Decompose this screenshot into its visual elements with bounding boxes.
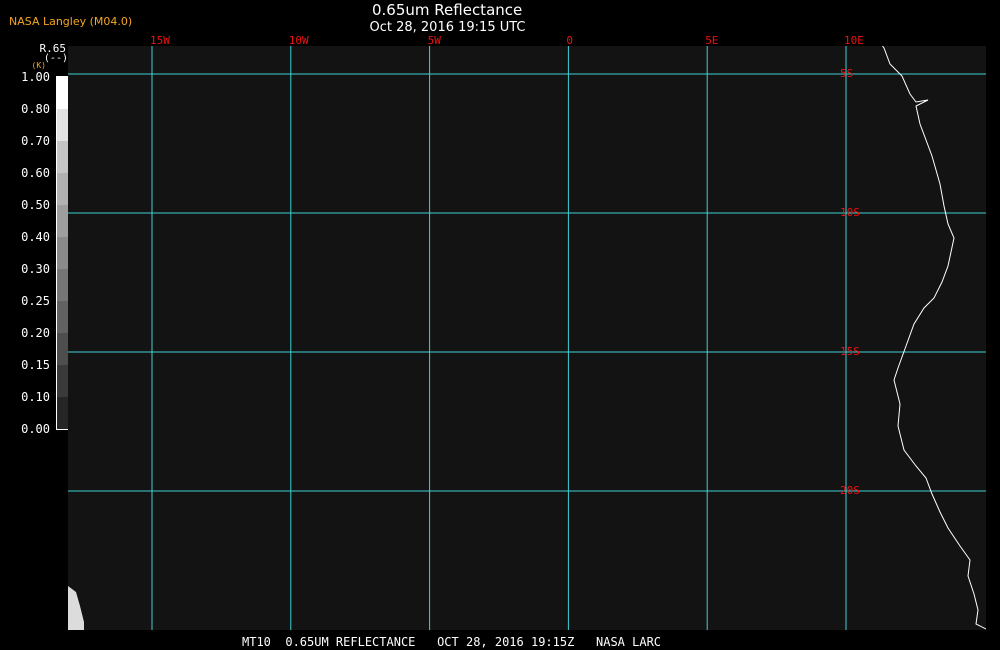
- colorbar-tick-label: 0.60: [21, 166, 50, 180]
- map-panel: [68, 46, 986, 630]
- producer-credit: NASA Langley (M04.0): [9, 15, 133, 28]
- map-canvas: [68, 46, 986, 630]
- colorbar-tick-label: 0.40: [21, 230, 50, 244]
- colorbar-tick-label: 1.00: [21, 70, 50, 84]
- colorbar-tick-label: 0.10: [21, 390, 50, 404]
- colorbar-tick-label: 0.00: [21, 422, 50, 436]
- latitude-label: 5S: [840, 67, 854, 80]
- longitude-label: 10W: [288, 34, 309, 47]
- longitude-label: 0: [566, 34, 574, 47]
- bright-cloud-patch: [68, 586, 84, 630]
- longitude-label: 15W: [150, 34, 170, 47]
- map-timestamp: Oct 28, 2016 19:15 UTC: [369, 20, 526, 35]
- latitude-label: 15S: [840, 345, 860, 358]
- longitude-label: 5E: [705, 34, 719, 47]
- latitude-label: 20S: [840, 484, 860, 497]
- colorbar-tick-label: 0.15: [21, 358, 50, 372]
- colorbar-tick-label: 0.25: [21, 294, 50, 308]
- colorbar-tick-label: 0.70: [21, 134, 50, 148]
- colorbar-tick-label: 0.30: [21, 262, 50, 276]
- coastline: [881, 46, 986, 630]
- footer-caption: MT10 0.65UM REFLECTANCE OCT 28, 2016 19:…: [242, 635, 662, 649]
- longitude-label: 5W: [427, 34, 441, 47]
- map-title: 0.65um Reflectance: [372, 1, 523, 19]
- longitude-label: 10E: [844, 34, 864, 47]
- colorbar-tick-label: 0.20: [21, 326, 50, 340]
- latitude-label: 10S: [840, 206, 860, 219]
- colorbar-tick-label: 0.80: [21, 102, 50, 116]
- colorbar-unit-small: (K): [31, 61, 46, 70]
- colorbar-tick-label: 0.50: [21, 198, 50, 212]
